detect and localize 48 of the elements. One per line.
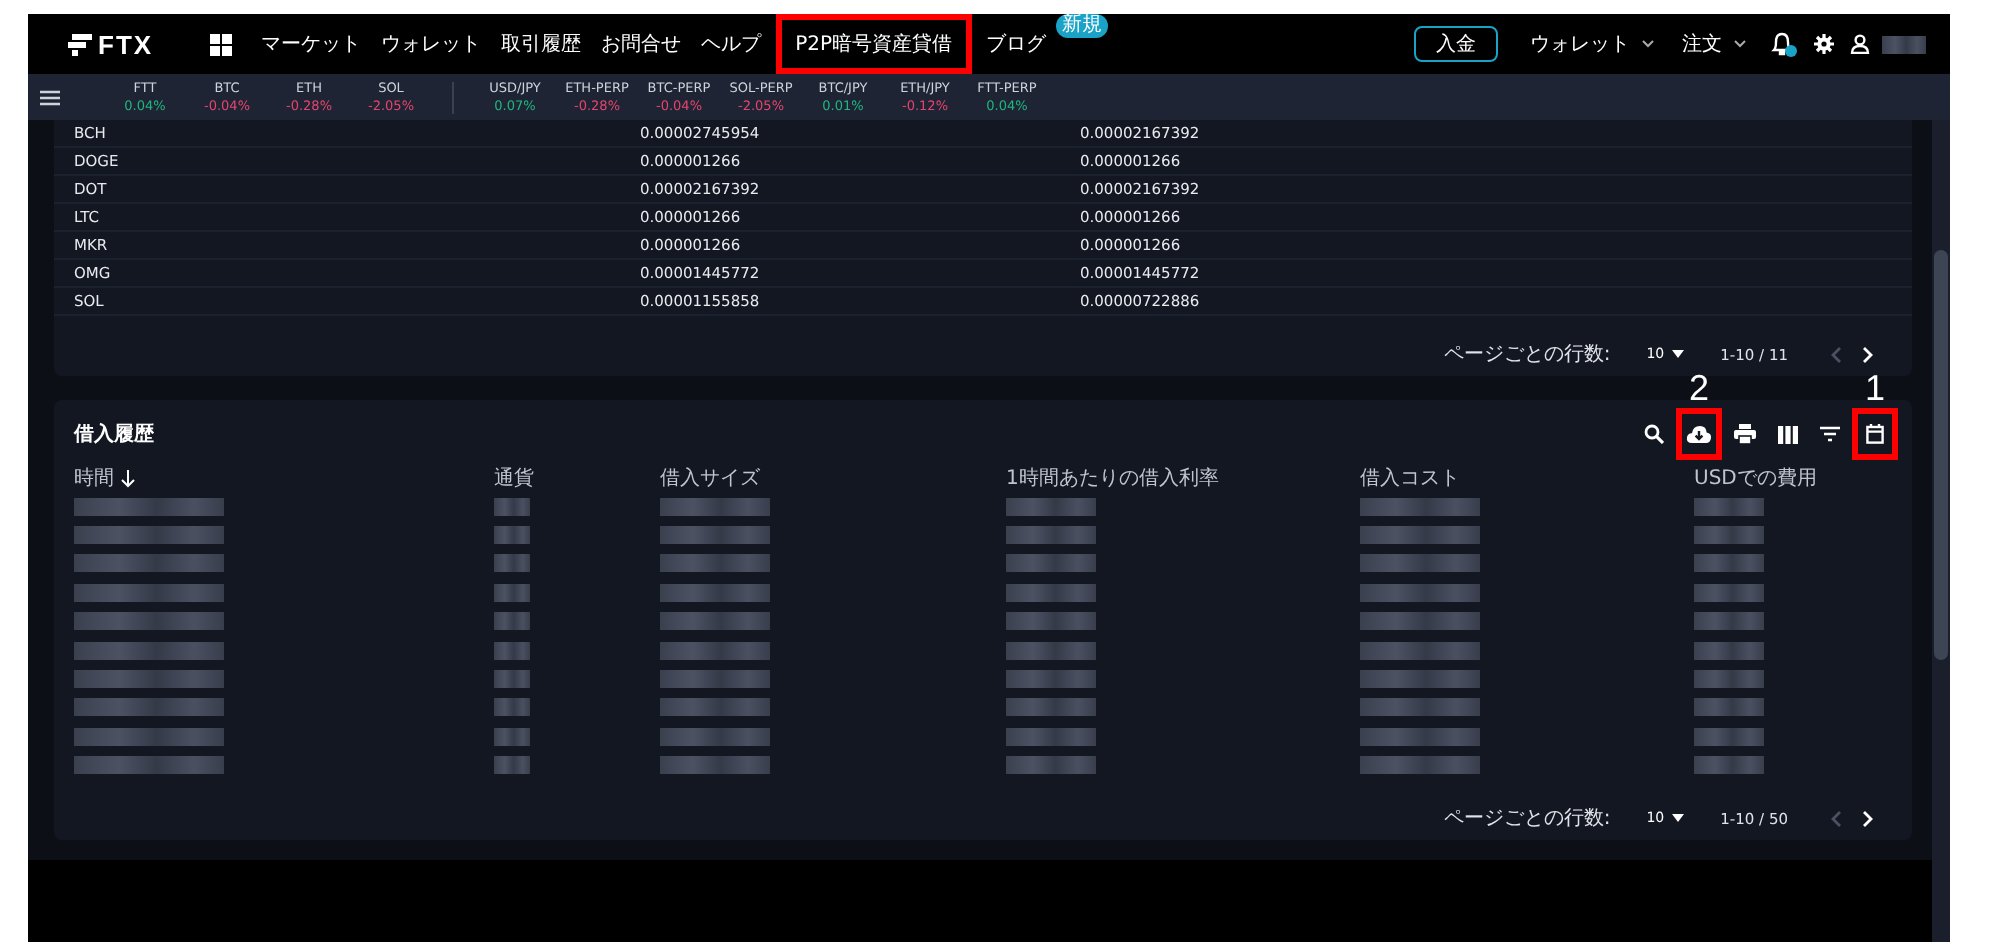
order-menu[interactable]: 注文 <box>1670 30 1734 58</box>
column-header[interactable]: 通貨 <box>494 464 660 492</box>
search-icon <box>1643 424 1663 444</box>
cloud-download-button[interactable] <box>1676 408 1722 460</box>
nav-link[interactable]: ブログ <box>976 14 1056 74</box>
nav-link[interactable]: ウォレット <box>371 14 492 74</box>
dropdown-triangle-icon <box>1672 350 1685 358</box>
callout-number: 2 <box>1689 370 1709 406</box>
panel-title: 借入履歴 <box>74 421 156 448</box>
logo[interactable]: FTX <box>68 29 154 59</box>
user-icon[interactable] <box>1850 34 1870 54</box>
rows-per-page-label: ページごとの行数: <box>1443 806 1611 832</box>
chevron-left-icon <box>1830 809 1842 827</box>
menu-icon[interactable] <box>40 89 60 105</box>
chevron-right-icon <box>1862 345 1874 363</box>
scrollbar-thumb[interactable] <box>1934 250 1948 660</box>
column-header[interactable]: USDでの費用 <box>1694 464 1912 492</box>
rows-per-page-label: ページごとの行数: <box>1443 342 1611 368</box>
chevron-right-icon <box>1862 809 1874 827</box>
calendar-button[interactable] <box>1852 408 1898 460</box>
cloud-download-icon <box>1686 424 1712 444</box>
logo-mark-icon <box>68 33 92 55</box>
columns-icon <box>1777 425 1797 443</box>
redacted-username <box>1882 35 1926 53</box>
printer-icon <box>1734 424 1756 444</box>
dropdown-triangle-icon <box>1672 814 1685 822</box>
deposit-button[interactable]: 入金 <box>1414 26 1498 62</box>
nav-link[interactable]: お問合せ <box>591 14 692 74</box>
notification-bell-icon[interactable] <box>1770 31 1798 57</box>
calendar-icon <box>1866 424 1884 444</box>
filter-icon <box>1819 426 1839 442</box>
nav-link[interactable]: マーケット <box>251 14 372 74</box>
wallet-menu[interactable]: ウォレット <box>1518 30 1642 58</box>
chevron-left-icon <box>1830 345 1842 363</box>
nav-link[interactable]: ヘルプ <box>691 14 772 74</box>
column-header[interactable]: 借入サイズ <box>660 464 1006 492</box>
nav-link[interactable]: P2P暗号資産貸借 <box>775 14 972 74</box>
column-header[interactable]: 借入コスト <box>1360 464 1694 492</box>
column-header[interactable]: 時間 <box>74 464 494 492</box>
settings-icon[interactable] <box>1814 34 1834 54</box>
column-header[interactable]: 1時間あたりの借入利率 <box>1006 464 1360 492</box>
logo-text: FTX <box>98 29 154 59</box>
scrollbar[interactable] <box>1932 120 1950 942</box>
grid-icon[interactable] <box>209 33 232 55</box>
caret-icon[interactable] <box>1642 40 1654 48</box>
callout-number: 1 <box>1865 370 1885 406</box>
caret-icon[interactable] <box>1734 40 1746 48</box>
nav-link[interactable]: 取引履歴 <box>491 14 592 74</box>
